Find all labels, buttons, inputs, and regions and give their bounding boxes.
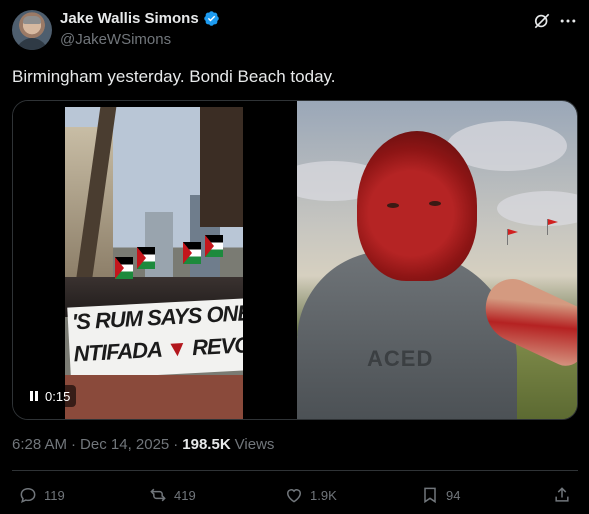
author-handle[interactable]: @JakeWSimons (60, 31, 171, 48)
repost-icon (150, 488, 166, 502)
like-count: 1.9K (310, 487, 337, 503)
repost-count: 419 (174, 487, 196, 503)
divider (12, 470, 578, 471)
reply-count: 119 (44, 487, 65, 503)
like-button[interactable]: 1.9K (284, 483, 337, 507)
heart-icon (286, 489, 302, 503)
bookmark-button[interactable]: 94 (420, 483, 460, 507)
verified-badge-icon (203, 11, 219, 26)
protest-banner: 'S RUM SAYS ONE SOL NTIFADA ▼ REVOL (67, 298, 243, 380)
pause-icon (30, 391, 38, 401)
avatar[interactable] (12, 10, 52, 50)
photo[interactable]: ACED (297, 101, 577, 419)
grok-icon[interactable] (532, 11, 552, 31)
tweet-meta: 6:28 AM · Dec 14, 2025 · 198.5K Views (12, 436, 275, 453)
video-player[interactable]: 'S RUM SAYS ONE SOL NTIFADA ▼ REVOL 0:15 (13, 101, 295, 419)
video-timer: 0:15 (45, 388, 71, 404)
reply-icon (20, 487, 36, 503)
display-name[interactable]: Jake Wallis Simons (60, 10, 199, 27)
tweet-date[interactable]: Dec 14, 2025 (80, 436, 169, 453)
views-count: 198.5K (182, 436, 231, 453)
action-bar: 119 419 1.9K 94 (12, 483, 578, 507)
video-frame[interactable]: 'S RUM SAYS ONE SOL NTIFADA ▼ REVOL (65, 107, 243, 419)
tweet-text: Birmingham yesterday. Bondi Beach today. (12, 67, 336, 86)
pause-button[interactable]: 0:15 (23, 385, 77, 407)
bookmark-count: 94 (446, 487, 461, 503)
media-grid: 'S RUM SAYS ONE SOL NTIFADA ▼ REVOL 0:15… (12, 100, 578, 420)
author-name-row[interactable]: Jake Wallis Simons (60, 10, 220, 27)
repost-button[interactable]: 419 (148, 483, 196, 507)
share-button[interactable] (552, 483, 572, 507)
bookmark-icon (424, 487, 436, 504)
share-icon (555, 487, 569, 502)
views-label: Views (234, 436, 275, 453)
reply-button[interactable]: 119 (18, 483, 65, 507)
tweet-time[interactable]: 6:28 AM (12, 436, 67, 453)
more-icon[interactable] (558, 11, 578, 31)
